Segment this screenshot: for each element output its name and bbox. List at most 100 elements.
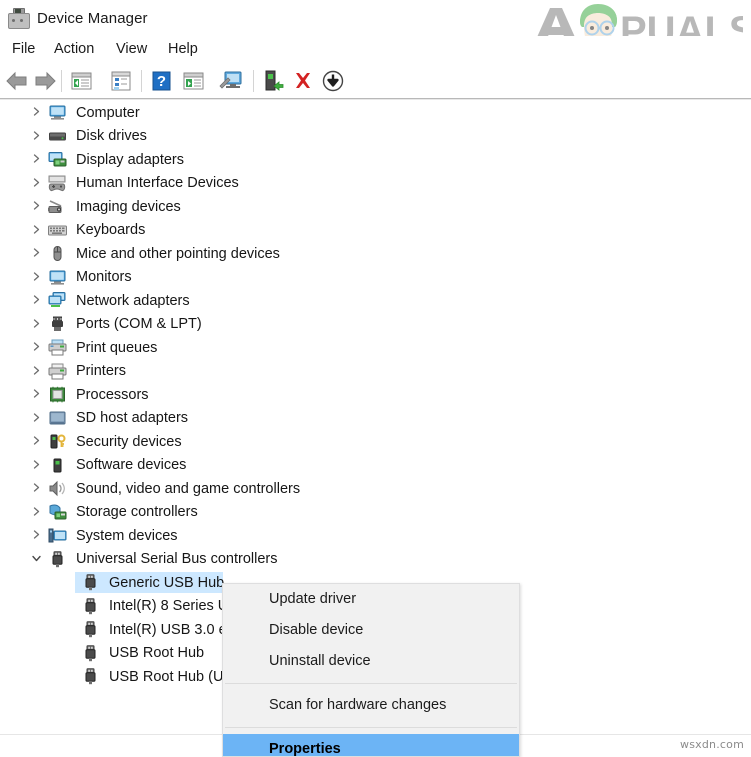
- speaker-icon: [48, 480, 67, 497]
- chevron-down-icon[interactable]: [29, 552, 44, 567]
- tree-category-item[interactable]: Storage controllers: [0, 501, 751, 525]
- tree-category-item[interactable]: System devices: [0, 524, 751, 548]
- tree-category-item[interactable]: Print queues: [0, 336, 751, 360]
- tree-item-label: Print queues: [76, 339, 158, 356]
- tree-item-label: Printers: [76, 363, 126, 380]
- chevron-right-icon[interactable]: [29, 340, 44, 355]
- tree-category-item[interactable]: Network adapters: [0, 289, 751, 313]
- usb-icon: [81, 668, 100, 685]
- keyboard-icon: [48, 222, 67, 239]
- monitor-icon: [48, 269, 67, 286]
- tree-item-label: Computer: [76, 104, 140, 121]
- show-hide-console-tree-button[interactable]: [66, 66, 96, 96]
- ctx-properties[interactable]: Properties: [223, 734, 519, 756]
- disable-device-button[interactable]: [318, 66, 348, 96]
- chevron-right-icon[interactable]: [29, 199, 44, 214]
- context-menu-separator: [225, 727, 517, 728]
- tree-category-item[interactable]: Mice and other pointing devices: [0, 242, 751, 266]
- watermark: wsxdn.com: [680, 738, 744, 751]
- usb-icon: [48, 551, 67, 568]
- usb-icon: [81, 598, 100, 615]
- svg-text:?: ?: [157, 73, 166, 90]
- chevron-right-icon[interactable]: [29, 270, 44, 285]
- print-queue-icon: [48, 339, 67, 356]
- chevron-right-icon[interactable]: [29, 317, 44, 332]
- ctx-uninstall-device[interactable]: Uninstall device: [223, 646, 519, 677]
- tree-item-label: Display adapters: [76, 151, 184, 168]
- chevron-right-icon[interactable]: [29, 411, 44, 426]
- tree-category-item[interactable]: Printers: [0, 360, 751, 384]
- tree-category-item[interactable]: SD host adapters: [0, 407, 751, 431]
- toolbar-separator: [253, 70, 254, 92]
- properties-button[interactable]: [106, 66, 136, 96]
- chevron-right-icon[interactable]: [29, 481, 44, 496]
- tree-item-label: Network adapters: [76, 292, 190, 309]
- tree-item-label: SD host adapters: [76, 410, 189, 427]
- chevron-right-icon[interactable]: [29, 152, 44, 167]
- ctx-disable-device[interactable]: Disable device: [223, 615, 519, 646]
- tree-item-label: Storage controllers: [76, 504, 198, 521]
- tree-item-label: Mice and other pointing devices: [76, 245, 280, 262]
- chevron-right-icon[interactable]: [29, 434, 44, 449]
- disk-drive-icon: [48, 128, 67, 145]
- window-title: Device Manager: [37, 9, 148, 27]
- update-driver-button[interactable]: [258, 66, 288, 96]
- tree-category-item[interactable]: Software devices: [0, 454, 751, 478]
- storage-controller-icon: [48, 504, 67, 521]
- chevron-right-icon[interactable]: [29, 129, 44, 144]
- forward-button[interactable]: [30, 66, 60, 96]
- tree-item-label: Universal Serial Bus controllers: [76, 551, 278, 568]
- tree-item-label: System devices: [76, 527, 178, 544]
- tree-category-item[interactable]: Sound, video and game controllers: [0, 477, 751, 501]
- port-connector-icon: [48, 316, 67, 333]
- chevron-right-icon[interactable]: [29, 105, 44, 120]
- chevron-right-icon[interactable]: [29, 246, 44, 261]
- chevron-right-icon[interactable]: [29, 387, 44, 402]
- tree-category-item[interactable]: Imaging devices: [0, 195, 751, 219]
- tree-category-item[interactable]: Security devices: [0, 430, 751, 454]
- back-button[interactable]: [2, 66, 32, 96]
- ctx-scan-hardware-changes[interactable]: Scan for hardware changes: [223, 690, 519, 721]
- menu-help[interactable]: Help: [164, 36, 202, 63]
- toolbar-separator: [61, 70, 62, 92]
- toolbar: ?: [0, 63, 751, 99]
- chevron-right-icon[interactable]: [29, 458, 44, 473]
- chevron-right-icon[interactable]: [29, 223, 44, 238]
- menu-view[interactable]: View: [112, 36, 151, 63]
- chevron-right-icon[interactable]: [29, 505, 44, 520]
- tree-item-label: Ports (COM & LPT): [76, 316, 202, 333]
- menu-file[interactable]: File: [8, 36, 39, 63]
- ctx-update-driver[interactable]: Update driver: [223, 584, 519, 615]
- usb-icon: [81, 645, 100, 662]
- tree-item-label: Software devices: [76, 457, 187, 474]
- uninstall-device-button[interactable]: [288, 66, 318, 96]
- system-device-icon: [48, 527, 67, 544]
- chevron-right-icon[interactable]: [29, 364, 44, 379]
- usb-icon: [81, 621, 100, 638]
- menu-action[interactable]: Action: [50, 36, 98, 63]
- tree-category-item[interactable]: Monitors: [0, 266, 751, 290]
- chevron-right-icon[interactable]: [29, 176, 44, 191]
- security-key-icon: [48, 433, 67, 450]
- show-hide-action-pane-button[interactable]: [178, 66, 208, 96]
- tree-category-item[interactable]: Universal Serial Bus controllers: [0, 548, 751, 572]
- tree-category-item[interactable]: Processors: [0, 383, 751, 407]
- imaging-camera-icon: [48, 198, 67, 215]
- tree-category-item[interactable]: Computer: [0, 101, 751, 125]
- tree-category-item[interactable]: Ports (COM & LPT): [0, 313, 751, 337]
- chevron-right-icon[interactable]: [29, 293, 44, 308]
- tree-category-item[interactable]: Display adapters: [0, 148, 751, 172]
- chevron-right-icon[interactable]: [29, 528, 44, 543]
- tree-category-item[interactable]: Keyboards: [0, 219, 751, 243]
- tree-item-label: Human Interface Devices: [76, 175, 239, 192]
- display-adapter-icon: [48, 151, 67, 168]
- toolbar-separator: [141, 70, 142, 92]
- scan-display-button[interactable]: [216, 66, 246, 96]
- toolbar-divider-shadow: [0, 99, 751, 100]
- tree-category-item[interactable]: Disk drives: [0, 125, 751, 149]
- tree-item-label: Generic USB Hub: [109, 574, 225, 591]
- device-context-menu[interactable]: Update driver Disable device Uninstall dev…: [222, 583, 520, 757]
- mouse-icon: [48, 245, 67, 262]
- tree-category-item[interactable]: Human Interface Devices: [0, 172, 751, 196]
- help-button[interactable]: ?: [146, 66, 176, 96]
